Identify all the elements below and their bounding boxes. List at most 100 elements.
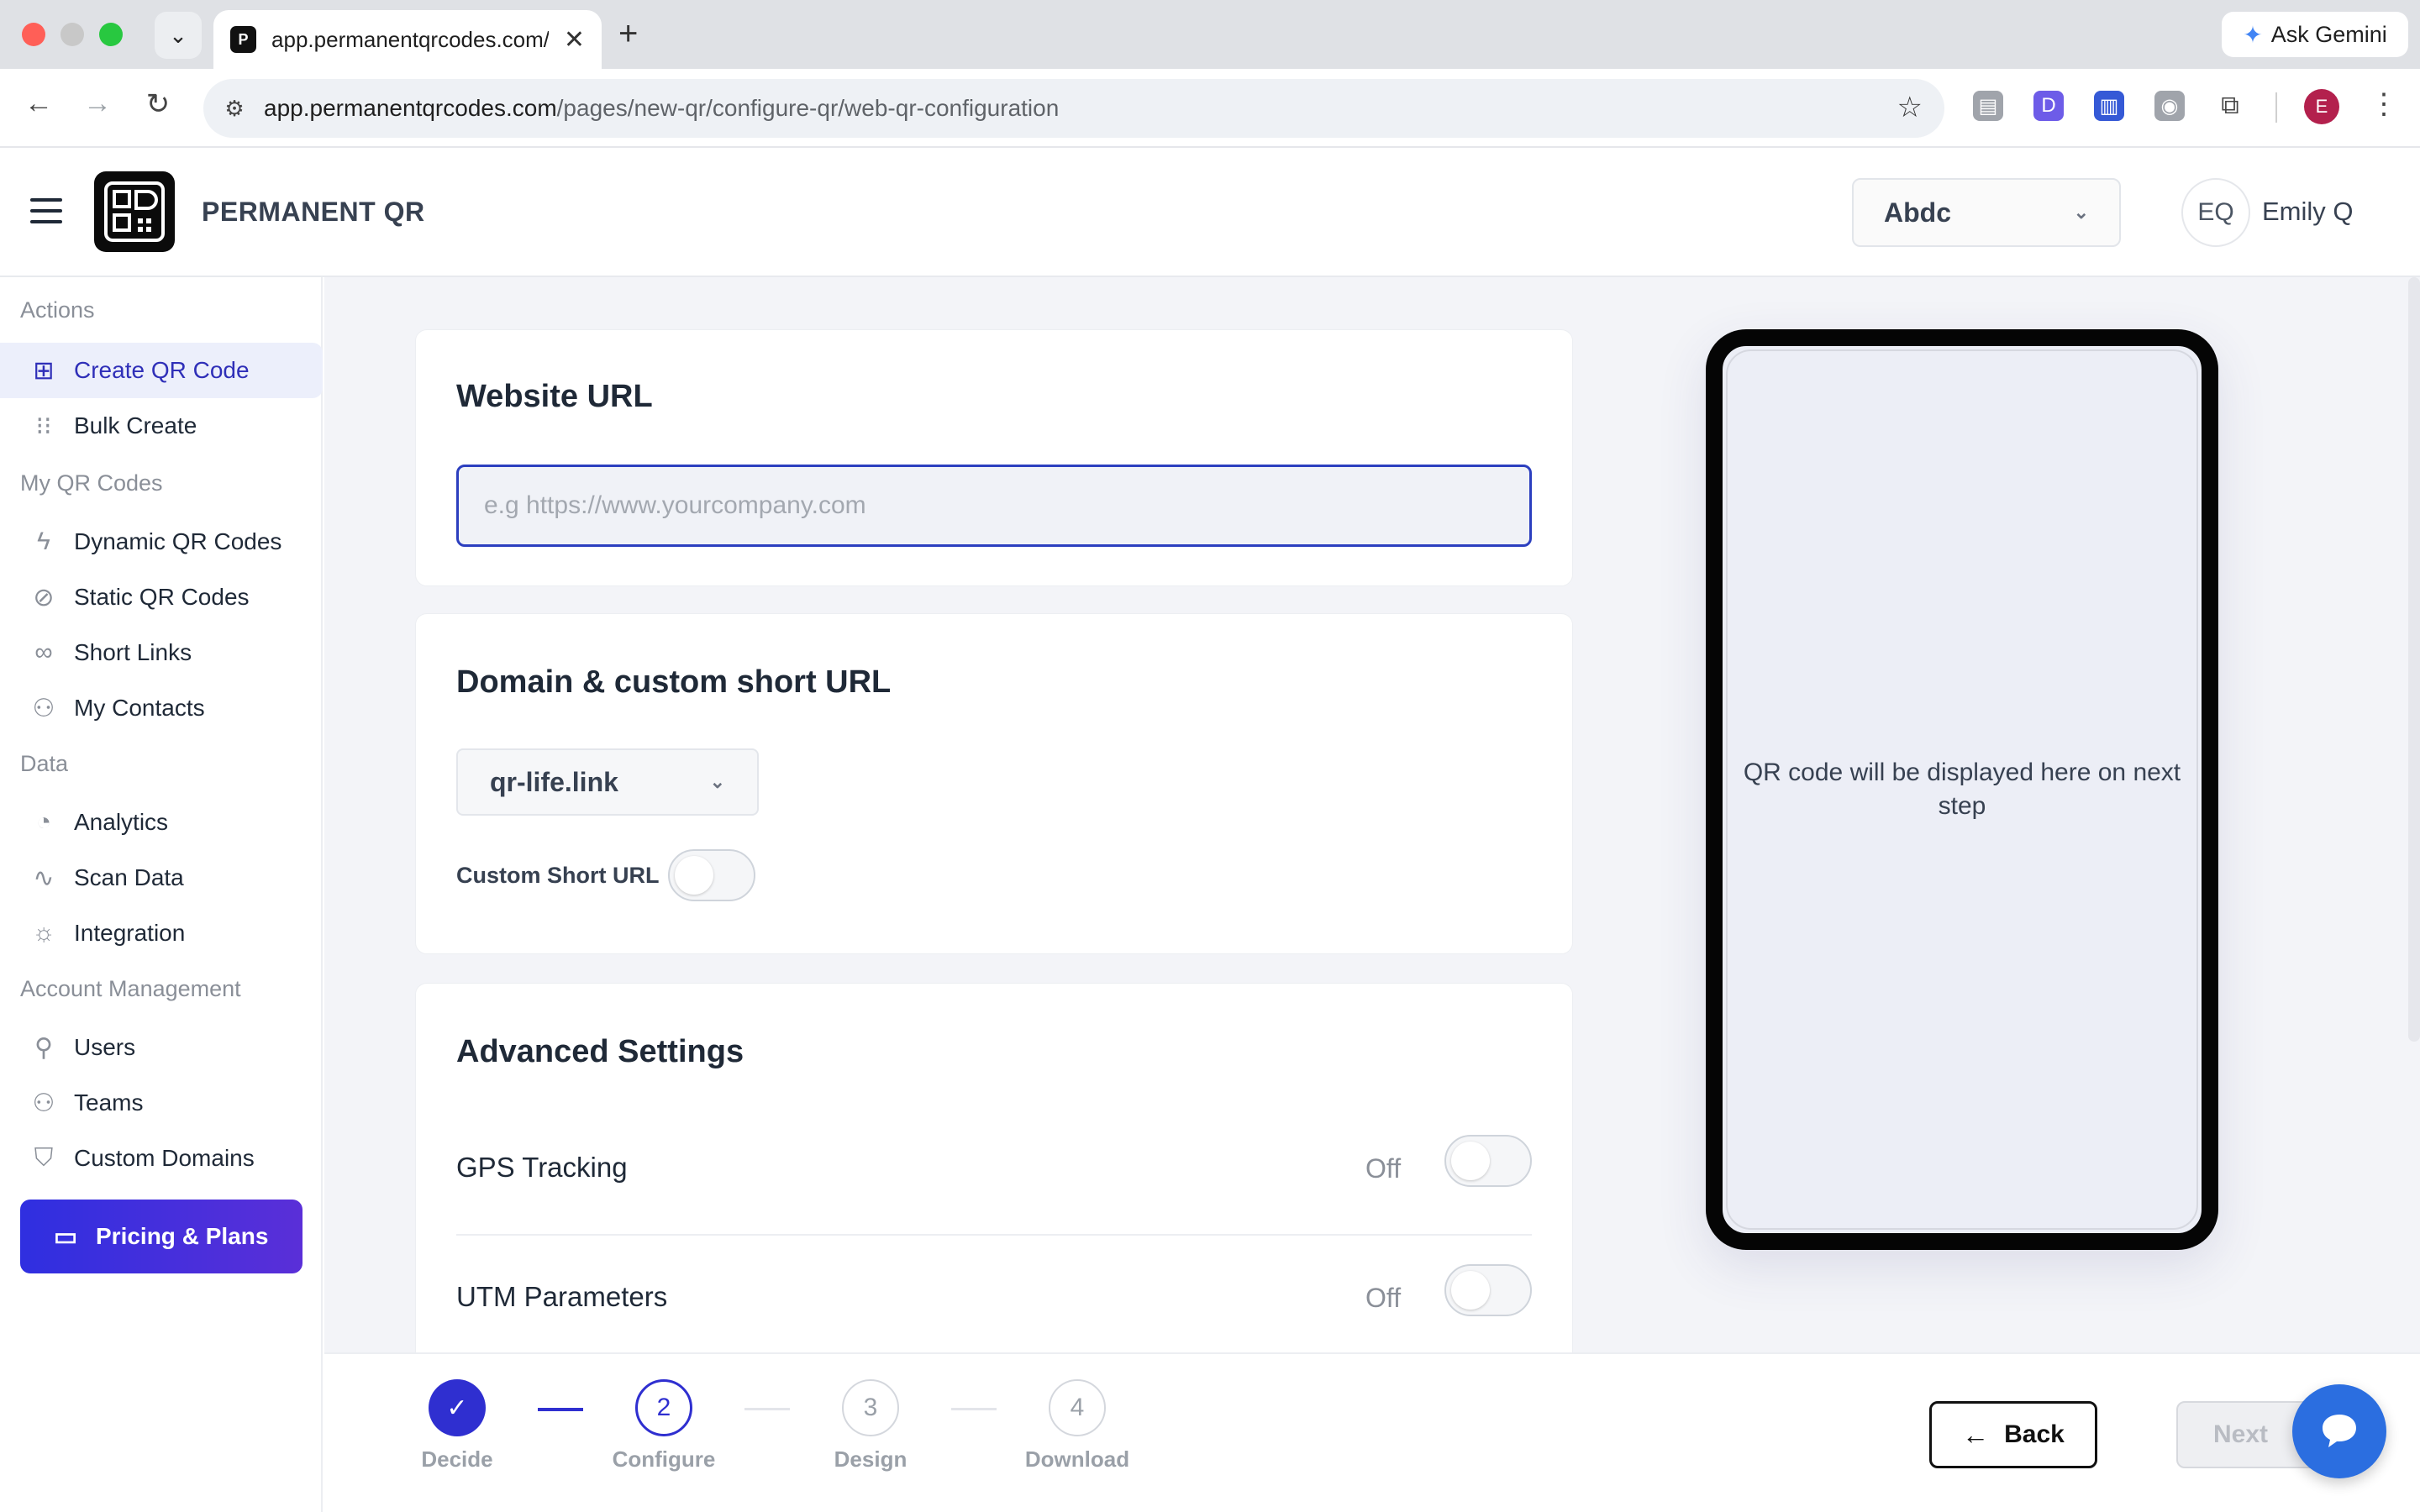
workspace-name: Abdc — [1884, 197, 1951, 228]
pricing-plans-label: Pricing & Plans — [96, 1223, 269, 1249]
bulb-icon: ☼ — [32, 919, 55, 947]
workspace-select[interactable]: Abdc ⌄ — [1852, 178, 2121, 247]
check-icon: ✓ — [446, 1394, 468, 1422]
brand-name: PERMANENT QR — [202, 197, 425, 227]
plus-square-icon: ⊞ — [33, 356, 55, 385]
browser-tab-bar: ⌄ P app.permanentqrcodes.com/p ✕ + ✦ Ask… — [0, 0, 2420, 69]
sidebar-item-label: Dynamic QR Codes — [74, 528, 282, 554]
back-label: Back — [2004, 1420, 2065, 1448]
grid-dots-icon: ⁝⁝ — [35, 412, 52, 440]
new-tab-button[interactable]: + — [618, 15, 638, 53]
sidebar-item-label: Short Links — [74, 639, 192, 665]
sidebar-item-users[interactable]: ⚲ Users — [0, 1020, 323, 1075]
sidebar-item-label: Users — [74, 1034, 136, 1060]
browser-tab[interactable]: P app.permanentqrcodes.com/p ✕ — [213, 10, 602, 69]
sidebar-item-custom-domains[interactable]: ⛉ Custom Domains — [0, 1131, 323, 1186]
hamburger-menu-icon[interactable] — [30, 198, 62, 223]
custom-short-url-label: Custom Short URL — [456, 863, 660, 888]
step-number: 2 — [656, 1394, 671, 1421]
url-path: /pages/new-qr/configure-qr/web-qr-config… — [556, 95, 1060, 121]
browser-profile-avatar[interactable]: E — [2304, 89, 2339, 124]
step-download-label: Download — [1024, 1446, 1130, 1472]
address-bar[interactable]: ⚙ app.permanentqrcodes.com/pages/new-qr/… — [203, 79, 1944, 138]
back-button[interactable]: ← Back — [1929, 1401, 2097, 1468]
utm-parameters-toggle[interactable] — [1444, 1264, 1532, 1316]
sidebar-item-integration[interactable]: ☼ Integration — [0, 906, 323, 961]
sidebar-item-create-qr-code[interactable]: ⊞ Create QR Code — [0, 343, 323, 398]
step-decide-circle[interactable]: ✓ — [429, 1379, 486, 1436]
chat-support-button[interactable] — [2292, 1384, 2386, 1478]
app-header: PERMANENT QR Abdc ⌄ EQ Emily Q — [0, 148, 2420, 277]
custom-short-url-toggle[interactable] — [668, 849, 755, 901]
step-number: 3 — [863, 1394, 878, 1421]
sidebar-section-actions: Actions — [20, 297, 95, 323]
team-icon: ⚇ — [32, 1089, 55, 1117]
user-name[interactable]: Emily Q — [2262, 197, 2354, 227]
sidebar-item-short-links[interactable]: ∞ Short Links — [0, 625, 323, 680]
ask-gemini-label: Ask Gemini — [2270, 21, 2387, 47]
sidebar-item-bulk-create[interactable]: ⁝⁝ Bulk Create — [0, 398, 323, 454]
domain-card: Domain & custom short URL qr-life.link ⌄… — [415, 613, 1573, 954]
tab-title: app.permanentqrcodes.com/p — [271, 26, 549, 52]
cast-extension-icon[interactable]: ▤ — [1973, 91, 2003, 121]
step-design-label: Design — [834, 1446, 908, 1472]
permanent-qr-logo[interactable] — [94, 171, 175, 252]
domain-select[interactable]: qr-life.link ⌄ — [456, 748, 759, 816]
next-label: Next — [2213, 1420, 2269, 1448]
website-url-card: Website URL — [415, 329, 1573, 586]
ask-gemini-button[interactable]: ✦ Ask Gemini — [2222, 12, 2408, 57]
step-number: 4 — [1070, 1394, 1085, 1421]
activity-icon: ∿ — [33, 864, 55, 892]
sidebar-item-scan-data[interactable]: ∿ Scan Data — [0, 850, 323, 906]
gps-tracking-row: GPS Tracking Off — [456, 1108, 1532, 1236]
lightning-off-icon: ⊘ — [33, 583, 55, 612]
sidebar-item-teams[interactable]: ⚇ Teams — [0, 1075, 323, 1131]
sidebar-item-my-contacts[interactable]: ⚇ My Contacts — [0, 680, 323, 736]
step-download-circle[interactable]: 4 — [1049, 1379, 1106, 1436]
window-zoom-button[interactable] — [99, 23, 123, 46]
sidebar-item-label: Analytics — [74, 809, 169, 835]
step-configure-label: Configure — [612, 1446, 716, 1472]
analytics-extension-icon[interactable]: ▥ — [2094, 91, 2124, 121]
preview-message: QR code will be displayed here on next s… — [1743, 759, 2181, 820]
sidebar-section-account-management: Account Management — [20, 976, 241, 1001]
step-configure-circle[interactable]: 2 — [635, 1379, 692, 1436]
toolbar-divider — [2275, 92, 2277, 123]
window-close-button[interactable] — [22, 23, 45, 46]
back-arrow-icon[interactable]: ← — [18, 87, 59, 120]
arrow-left-icon: ← — [1962, 1419, 1990, 1450]
credit-card-icon: ▭ — [53, 1222, 78, 1251]
step-design-circle[interactable]: 3 — [842, 1379, 899, 1436]
tab-search-button[interactable]: ⌄ — [155, 12, 202, 59]
close-icon[interactable]: ✕ — [564, 25, 585, 55]
reload-icon[interactable]: ↻ — [138, 87, 178, 121]
pricing-plans-button[interactable]: ▭ Pricing & Plans — [20, 1200, 302, 1273]
browser-menu-icon[interactable]: ⋮ — [2370, 87, 2398, 121]
window-minimize-button[interactable] — [60, 23, 84, 46]
camera-extension-icon[interactable]: ◉ — [2154, 91, 2185, 121]
forward-arrow-icon[interactable]: → — [77, 87, 118, 120]
sidebar-item-dynamic-qr-codes[interactable]: ϟ Dynamic QR Codes — [0, 514, 323, 570]
page-scrollbar[interactable] — [2408, 277, 2420, 1042]
phone-preview: QR code will be displayed here on next s… — [1706, 329, 2218, 1250]
sidebar-item-static-qr-codes[interactable]: ⊘ Static QR Codes — [0, 570, 323, 625]
user-avatar[interactable]: EQ — [2181, 178, 2250, 247]
advanced-settings-card: Advanced Settings GPS Tracking Off UTM P… — [415, 983, 1573, 1352]
lightning-icon: ϟ — [37, 528, 50, 555]
utm-parameters-row: UTM Parameters Off — [456, 1236, 1532, 1352]
sidebar-item-analytics[interactable]: ◔ Analytics — [0, 795, 323, 850]
contacts-icon: ⚇ — [32, 694, 55, 722]
advanced-settings-title: Advanced Settings — [456, 1034, 744, 1069]
bookmark-star-icon[interactable]: ☆ — [1897, 91, 1923, 124]
docs-extension-icon[interactable]: D — [2033, 91, 2064, 121]
sidebar-item-label: Bulk Create — [74, 412, 197, 438]
gps-tracking-label: GPS Tracking — [456, 1152, 628, 1183]
chevron-down-icon: ⌄ — [2073, 202, 2089, 223]
gps-tracking-toggle[interactable] — [1444, 1135, 1532, 1187]
puzzle-extensions-icon[interactable]: ⧉ — [2215, 91, 2245, 121]
sidebar-item-label: Scan Data — [74, 864, 184, 890]
website-url-input[interactable] — [456, 465, 1532, 547]
site-settings-icon[interactable]: ⚙ — [217, 91, 252, 126]
utm-parameters-state: Off — [1365, 1283, 1402, 1313]
gemini-spark-icon: ✦ — [2243, 21, 2263, 48]
